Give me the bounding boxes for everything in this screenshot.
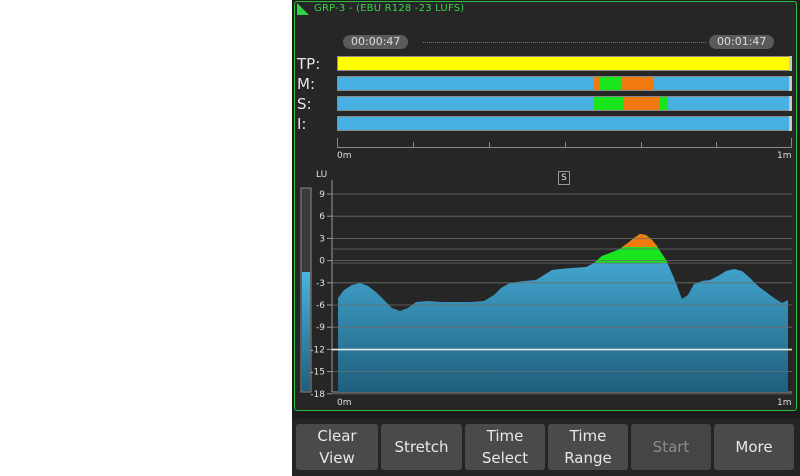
time-select-button[interactable]: Time Select bbox=[465, 424, 545, 470]
time-end-pill: 00:01:47 bbox=[709, 35, 775, 49]
more-button[interactable]: More bbox=[714, 424, 794, 470]
m-bar-green bbox=[600, 77, 622, 90]
over-orange-area bbox=[622, 234, 658, 247]
y-tick-label: 9 bbox=[319, 190, 325, 200]
integrated-meter-fill bbox=[302, 272, 310, 391]
s-bar bbox=[337, 96, 790, 111]
top-axis-tick bbox=[489, 142, 490, 147]
y-tick-label: -18 bbox=[310, 390, 325, 400]
time-range-label: Time Range bbox=[564, 427, 612, 467]
y-tick-label: -12 bbox=[310, 345, 325, 355]
s-label: S: bbox=[297, 95, 312, 113]
top-axis-tick bbox=[413, 142, 414, 147]
loudness-history-graph: 9 6 3 0 -3 -6 -9 -12 -15 -18 bbox=[300, 180, 792, 400]
group-color-icon bbox=[297, 3, 309, 15]
meter-title: GRP-3 - (EBU R128 -23 LUFS) bbox=[314, 3, 465, 14]
more-label: More bbox=[735, 438, 773, 456]
stretch-button[interactable]: Stretch bbox=[381, 424, 462, 470]
top-axis-tick bbox=[565, 142, 566, 147]
y-tick-label: -6 bbox=[316, 301, 325, 311]
m-label: M: bbox=[297, 75, 315, 93]
m-bar-end bbox=[789, 76, 792, 91]
top-axis-tick bbox=[716, 142, 717, 147]
y-tick-label: -15 bbox=[310, 368, 325, 378]
s-bar-end bbox=[789, 96, 792, 111]
tp-label: TP: bbox=[297, 55, 321, 73]
time-select-label: Time Select bbox=[481, 427, 529, 467]
time-range-button[interactable]: Time Range bbox=[548, 424, 628, 470]
start-label: Start bbox=[652, 438, 690, 456]
tp-bar-end bbox=[789, 56, 792, 71]
top-axis-tick bbox=[337, 138, 338, 147]
tp-bar bbox=[337, 56, 790, 71]
y-ticks: 9 6 3 0 -3 -6 -9 -12 -15 -18 bbox=[310, 190, 332, 400]
s-bar-green-1 bbox=[594, 97, 624, 110]
clear-view-button[interactable]: Clear View bbox=[296, 424, 378, 470]
top-axis-tick bbox=[791, 138, 792, 147]
top-axis-tick bbox=[641, 142, 642, 147]
top-axis-line bbox=[337, 147, 792, 148]
y-tick-label: 3 bbox=[319, 234, 325, 244]
bottom-axis-start: 0m bbox=[337, 398, 352, 408]
start-button[interactable]: Start bbox=[631, 424, 711, 470]
top-axis-end: 1m bbox=[777, 151, 792, 161]
y-tick-label: -3 bbox=[316, 279, 325, 289]
s-bar-green-2 bbox=[660, 97, 668, 110]
m-bar-orange-2 bbox=[622, 77, 654, 90]
s-bar-orange bbox=[624, 97, 660, 110]
loudness-area bbox=[338, 234, 788, 392]
y-tick-label: 6 bbox=[319, 212, 325, 222]
time-start-pill: 00:00:47 bbox=[343, 35, 409, 49]
clear-view-label: Clear View bbox=[317, 427, 357, 467]
i-bar-end bbox=[789, 116, 792, 131]
i-label: I: bbox=[297, 115, 307, 133]
stretch-label: Stretch bbox=[394, 438, 449, 456]
m-bar bbox=[337, 76, 790, 91]
top-axis-start: 0m bbox=[337, 151, 352, 161]
i-bar bbox=[337, 116, 790, 131]
bottom-axis-end: 1m bbox=[777, 398, 792, 408]
y-tick-label: 0 bbox=[319, 257, 325, 267]
y-tick-label: -9 bbox=[316, 323, 325, 333]
lu-unit-label: LU bbox=[316, 170, 328, 180]
time-dotted-line bbox=[423, 42, 706, 43]
